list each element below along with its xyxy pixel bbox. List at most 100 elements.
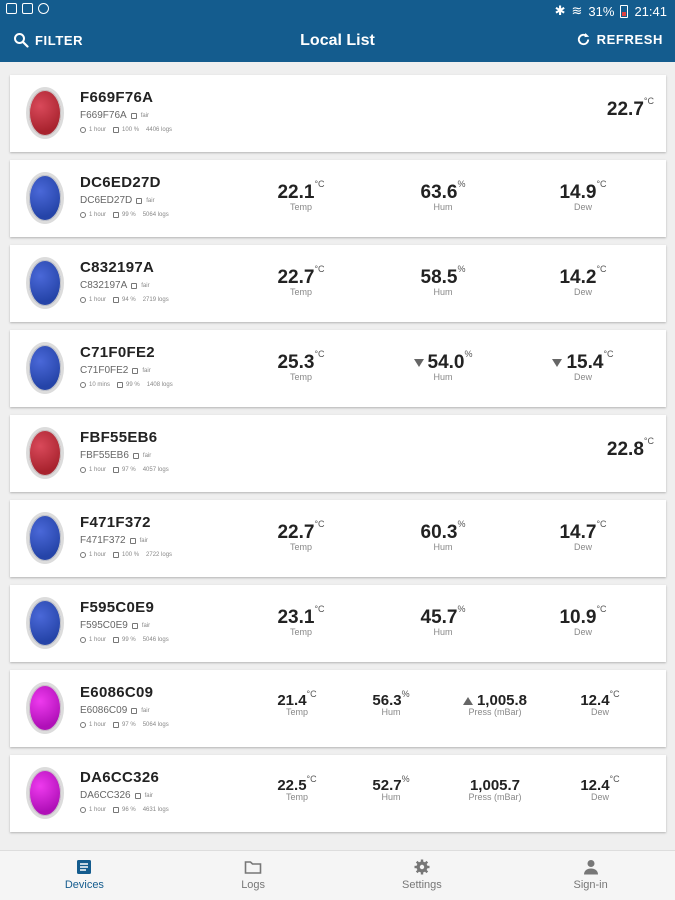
home-icon — [131, 282, 138, 289]
device-id-row: DC6ED27D fair — [80, 195, 155, 206]
home-icon — [132, 367, 139, 374]
reading-temp: 25.3°C Temp — [246, 349, 356, 382]
log-count: 5064 logs — [142, 212, 169, 218]
device-tag: fair — [141, 282, 150, 289]
device-card[interactable]: C832197A C832197A fair 1 hour 94 % 2719 … — [10, 245, 666, 322]
reading-temp: 22.7°C Temp — [246, 264, 356, 297]
status-dot — [26, 87, 64, 139]
battery-icon — [113, 722, 120, 728]
reading-temp: 23.1°C Temp — [246, 604, 356, 637]
clock-icon — [80, 467, 86, 473]
dew-label: Dew — [590, 707, 609, 717]
unit: % — [401, 774, 410, 784]
device-id: C71F0FE2 — [80, 365, 129, 376]
home-icon — [131, 622, 138, 629]
hum-label: Hum — [433, 372, 453, 382]
unit: °C — [609, 689, 620, 699]
unit: °C — [596, 519, 607, 529]
refresh-button[interactable]: REFRESH — [576, 32, 663, 47]
globe-icon — [38, 3, 49, 14]
battery-level: 99 % — [122, 212, 136, 218]
clock-icon — [80, 127, 86, 133]
battery-icon — [113, 212, 120, 218]
dew-label: Dew — [590, 792, 609, 802]
reading-dew: 15.4°C Dew — [528, 349, 638, 382]
bottom-nav: Devices Logs Settings Sign-in — [0, 850, 675, 900]
device-card[interactable]: DC6ED27D DC6ED27D fair 1 hour 99 % 5064 … — [10, 160, 666, 237]
reading-press: 1,005.8 Press (mBar) — [440, 692, 550, 717]
reading-hum: 56.3% Hum — [336, 689, 446, 717]
device-meta: 1 hour 99 % 5064 logs — [80, 212, 169, 218]
trend-down-icon — [552, 358, 563, 367]
battery-icon — [113, 807, 120, 813]
device-card[interactable]: F595C0E9 F595C0E9 fair 1 hour 99 % 5046 … — [10, 585, 666, 662]
status-right: ✱ ≋ 31% 21:41 — [555, 3, 667, 19]
battery-level: 94 % — [122, 297, 136, 303]
battery-icon — [113, 467, 120, 473]
log-interval: 1 hour — [89, 467, 107, 473]
nav-sign-in-label: Sign-in — [573, 879, 608, 891]
device-id: C832197A — [80, 280, 128, 291]
device-card[interactable]: C71F0FE2 C71F0FE2 fair 10 mins 99 % 1408… — [10, 330, 666, 407]
device-card[interactable]: E6086C09 E6086C09 fair 1 hour 97 % 5064 … — [10, 670, 666, 747]
person-icon — [583, 860, 598, 875]
device-tag: fair — [141, 622, 151, 629]
device-tag: fair — [140, 112, 150, 119]
device-card[interactable]: FBF55EB6 FBF55EB6 fair 1 hour 97 % 4057 … — [10, 415, 666, 492]
unit: °C — [314, 349, 325, 359]
log-interval: 1 hour — [89, 212, 107, 218]
device-tag: fair — [139, 537, 148, 544]
log-interval: 1 hour — [89, 722, 107, 728]
home-icon — [131, 707, 138, 714]
battery-level: 100 % — [122, 127, 140, 133]
clock-icon — [80, 637, 86, 643]
nav-settings[interactable]: Settings — [338, 851, 507, 900]
nav-devices[interactable]: Devices — [0, 851, 169, 900]
unit: °C — [314, 264, 325, 274]
nav-logs[interactable]: Logs — [169, 851, 338, 900]
device-tag: fair — [144, 792, 153, 799]
device-id-row: FBF55EB6 fair — [80, 450, 151, 461]
device-card[interactable]: F471F372 F471F372 fair 1 hour 100 % 2722… — [10, 500, 666, 577]
status-dot — [26, 342, 64, 394]
temp-value: 22.7 — [277, 267, 315, 288]
device-card[interactable]: DA6CC326 DA6CC326 fair 1 hour 96 % 4631 … — [10, 755, 666, 832]
home-icon — [134, 792, 141, 799]
device-name: FBF55EB6 — [80, 429, 158, 446]
temp-label: Temp — [289, 202, 312, 212]
device-id-row: C832197A fair — [80, 280, 150, 291]
battery-level: 97 % — [122, 467, 136, 473]
refresh-icon — [577, 32, 589, 46]
unit: °C — [306, 689, 317, 699]
unit: °C — [314, 604, 325, 614]
home-icon — [129, 537, 136, 544]
log-count: 1408 logs — [146, 382, 173, 388]
home-icon — [132, 452, 139, 459]
nav-devices-label: Devices — [64, 879, 104, 891]
device-id-row: F595C0E9 fair — [80, 620, 150, 631]
unit: °C — [596, 179, 607, 189]
nav-settings-label: Settings — [402, 879, 442, 891]
dew-value: 14.9 — [559, 182, 597, 203]
reading-hum: 58.5% Hum — [388, 264, 498, 297]
temp-value: 22.1 — [277, 182, 315, 203]
battery-icon — [113, 552, 120, 558]
temp-value: 23.1 — [277, 607, 315, 628]
device-meta: 1 hour 94 % 2719 logs — [80, 297, 169, 303]
hum-label: Hum — [433, 202, 453, 212]
dew-label: Dew — [573, 202, 592, 212]
log-count: 5046 logs — [142, 637, 169, 643]
unit: °C — [643, 436, 654, 446]
temperature-reading: 22.8°C — [607, 436, 654, 461]
device-card[interactable]: F669F76A F669F76A fair 1 hour 100 % 4406… — [10, 75, 666, 152]
clock-icon — [80, 722, 86, 728]
nav-sign-in[interactable]: Sign-in — [506, 851, 675, 900]
list-icon — [77, 860, 92, 874]
unit: °C — [609, 774, 620, 784]
log-count: 4057 logs — [142, 467, 169, 473]
clock-icon — [80, 297, 86, 303]
device-id: DA6CC326 — [80, 790, 131, 801]
status-dot — [26, 597, 64, 649]
press-label: Press (mBar) — [468, 792, 522, 802]
youtube-icon — [22, 3, 33, 14]
